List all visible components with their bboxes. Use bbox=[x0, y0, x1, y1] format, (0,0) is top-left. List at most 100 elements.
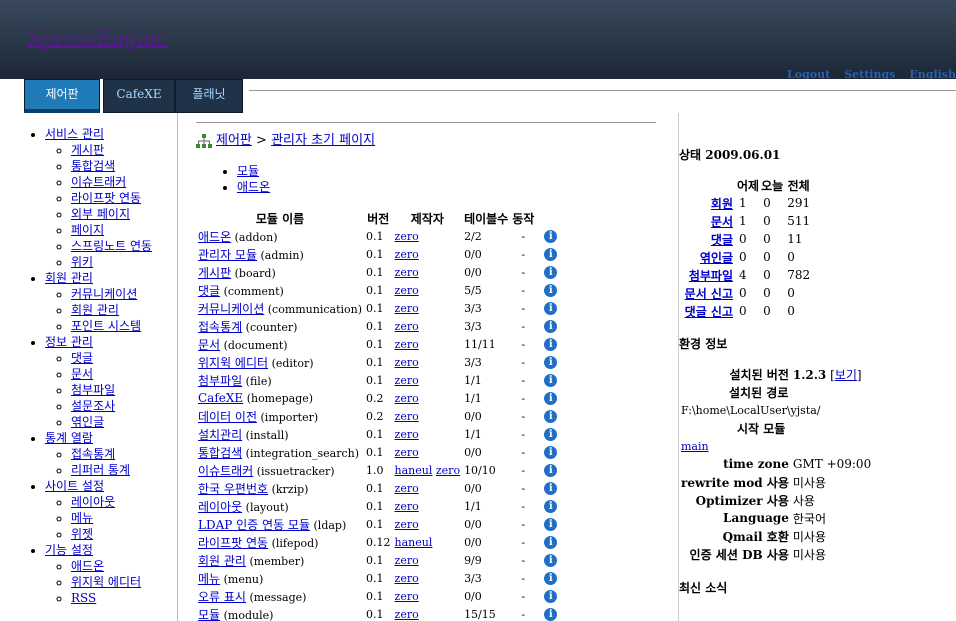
info-icon[interactable]: i bbox=[544, 446, 558, 459]
sidebar-item-link[interactable]: 레이아웃 bbox=[71, 495, 115, 509]
status-label-link[interactable]: 문서 신고 bbox=[685, 287, 733, 301]
module-name-link[interactable]: 한국 우편번호 bbox=[198, 482, 268, 496]
module-author-link[interactable]: zero bbox=[395, 428, 419, 441]
module-name-link[interactable]: 이슈트래커 bbox=[198, 464, 253, 478]
sidebar-item-link[interactable]: 엮인글 bbox=[71, 415, 104, 429]
sidebar-item-link[interactable]: 리퍼러 통계 bbox=[71, 463, 130, 477]
info-icon[interactable]: i bbox=[544, 536, 558, 549]
sidebar-item-link[interactable]: 설문조사 bbox=[71, 399, 115, 413]
module-author-link[interactable]: zero bbox=[395, 356, 419, 369]
info-icon[interactable]: i bbox=[544, 608, 558, 621]
sidebar-section-link[interactable]: 회원 관리 bbox=[45, 271, 93, 285]
module-author-link[interactable]: zero bbox=[395, 500, 419, 513]
sidebar-item-link[interactable]: RSS bbox=[71, 591, 96, 605]
info-icon[interactable]: i bbox=[544, 464, 558, 477]
info-icon[interactable]: i bbox=[544, 590, 558, 603]
info-icon[interactable]: i bbox=[544, 518, 558, 531]
module-name-link[interactable]: 회원 관리 bbox=[198, 554, 246, 568]
module-name-link[interactable]: 문서 bbox=[198, 338, 220, 352]
module-name-link[interactable]: 애드온 bbox=[198, 230, 231, 244]
sidebar-item-link[interactable]: 포인트 시스템 bbox=[71, 319, 141, 333]
module-name-link[interactable]: 게시판 bbox=[198, 266, 231, 280]
module-author-link[interactable]: zero bbox=[395, 248, 419, 261]
sidebar-item-link[interactable]: 커뮤니케이션 bbox=[71, 287, 137, 301]
info-icon[interactable]: i bbox=[544, 230, 558, 243]
view-version-link[interactable]: 보기 bbox=[835, 368, 857, 382]
tab-control-panel[interactable]: 제어판 bbox=[24, 79, 100, 113]
info-icon[interactable]: i bbox=[544, 410, 558, 423]
sidebar-item-link[interactable]: 스프링노트 연동 bbox=[71, 239, 152, 253]
module-name-link[interactable]: 접속통계 bbox=[198, 320, 242, 334]
info-icon[interactable]: i bbox=[544, 356, 558, 369]
sidebar-item-link[interactable]: 통합검색 bbox=[71, 159, 115, 173]
module-author-link[interactable]: zero bbox=[395, 266, 419, 279]
module-author-link[interactable]: zero bbox=[395, 338, 419, 351]
info-icon[interactable]: i bbox=[544, 284, 558, 297]
module-name-link[interactable]: LDAP 인증 연동 모듈 bbox=[198, 518, 310, 532]
info-icon[interactable]: i bbox=[544, 428, 558, 441]
start-module-link[interactable]: main bbox=[681, 440, 709, 453]
module-author-link[interactable]: zero bbox=[436, 464, 460, 477]
info-icon[interactable]: i bbox=[544, 500, 558, 513]
sidebar-item-link[interactable]: 첨부파일 bbox=[71, 383, 115, 397]
module-author-link[interactable]: haneul bbox=[395, 536, 433, 549]
module-author-link[interactable]: haneul bbox=[395, 464, 433, 477]
module-author-link[interactable]: zero bbox=[395, 374, 419, 387]
info-icon[interactable]: i bbox=[544, 374, 558, 387]
module-name-link[interactable]: 통합검색 bbox=[198, 446, 242, 460]
module-name-link[interactable]: 오류 표시 bbox=[198, 590, 246, 604]
sidebar-item-link[interactable]: 위지윅 에디터 bbox=[71, 575, 141, 589]
module-author-link[interactable]: zero bbox=[395, 518, 419, 531]
info-icon[interactable]: i bbox=[544, 302, 558, 315]
submenu-module-link[interactable]: 모듈 bbox=[237, 164, 259, 178]
sidebar-item-link[interactable]: 문서 bbox=[71, 367, 93, 381]
tab-cafexe[interactable]: CafeXE bbox=[103, 79, 175, 113]
module-author-link[interactable]: zero bbox=[395, 446, 419, 459]
module-name-link[interactable]: 라이프팟 연동 bbox=[198, 536, 268, 550]
sidebar-item-link[interactable]: 위키 bbox=[71, 255, 93, 269]
info-icon[interactable]: i bbox=[544, 554, 558, 567]
info-icon[interactable]: i bbox=[544, 572, 558, 585]
module-author-link[interactable]: zero bbox=[395, 572, 419, 585]
module-author-link[interactable]: zero bbox=[395, 482, 419, 495]
module-name-link[interactable]: 레이아웃 bbox=[198, 500, 242, 514]
module-author-link[interactable]: zero bbox=[395, 284, 419, 297]
breadcrumb-home-link[interactable]: 제어판 bbox=[216, 133, 252, 148]
status-label-link[interactable]: 엮인글 bbox=[700, 251, 733, 265]
sidebar-item-link[interactable]: 게시판 bbox=[71, 143, 104, 157]
sidebar-item-link[interactable]: 접속통계 bbox=[71, 447, 115, 461]
status-label-link[interactable]: 문서 bbox=[711, 215, 733, 229]
module-name-link[interactable]: 설치관리 bbox=[198, 428, 242, 442]
module-author-link[interactable]: zero bbox=[395, 554, 419, 567]
sidebar-item-link[interactable]: 댓글 bbox=[71, 351, 93, 365]
module-author-link[interactable]: zero bbox=[395, 608, 419, 621]
status-label-link[interactable]: 첨부파일 bbox=[689, 269, 733, 283]
info-icon[interactable]: i bbox=[544, 392, 558, 405]
module-name-link[interactable]: 메뉴 bbox=[198, 572, 220, 586]
info-icon[interactable]: i bbox=[544, 482, 558, 495]
sidebar-section-link[interactable]: 통계 열람 bbox=[45, 431, 93, 445]
sidebar-item-link[interactable]: 메뉴 bbox=[71, 511, 93, 525]
breadcrumb-current-link[interactable]: 관리자 초기 페이지 bbox=[271, 133, 375, 148]
submenu-addon-link[interactable]: 애드온 bbox=[237, 180, 270, 194]
sidebar-section-link[interactable]: 사이트 설정 bbox=[45, 479, 104, 493]
status-label-link[interactable]: 댓글 신고 bbox=[685, 305, 733, 319]
info-icon[interactable]: i bbox=[544, 248, 558, 261]
sidebar-section-link[interactable]: 기능 설정 bbox=[45, 543, 93, 557]
sidebar-item-link[interactable]: 외부 페이지 bbox=[71, 207, 130, 221]
sidebar-item-link[interactable]: 애드온 bbox=[71, 559, 104, 573]
sidebar-item-link[interactable]: 이슈트래커 bbox=[71, 175, 126, 189]
module-name-link[interactable]: 커뮤니케이션 bbox=[198, 302, 264, 316]
module-author-link[interactable]: zero bbox=[395, 590, 419, 603]
tab-planet[interactable]: 플래닛 bbox=[175, 79, 243, 113]
module-name-link[interactable]: 위지윅 에디터 bbox=[198, 356, 268, 370]
sidebar-item-link[interactable]: 라이프팟 연동 bbox=[71, 191, 141, 205]
module-author-link[interactable]: zero bbox=[395, 230, 419, 243]
module-name-link[interactable]: 데이터 이전 bbox=[198, 410, 257, 424]
status-label-link[interactable]: 댓글 bbox=[711, 233, 733, 247]
module-name-link[interactable]: 관리자 모듈 bbox=[198, 248, 257, 262]
module-name-link[interactable]: 모듈 bbox=[198, 608, 220, 621]
sidebar-item-link[interactable]: 위젯 bbox=[71, 527, 93, 541]
module-author-link[interactable]: zero bbox=[395, 320, 419, 333]
module-name-link[interactable]: CafeXE bbox=[198, 391, 243, 405]
